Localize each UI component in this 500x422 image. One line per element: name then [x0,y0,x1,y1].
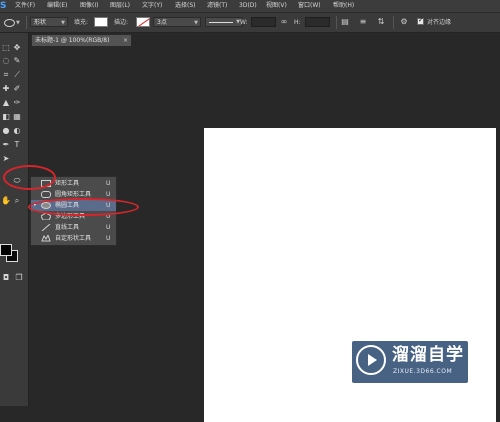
align-edges-checkbox[interactable] [417,16,424,25]
path-arrangement-icon[interactable]: ⇅ [376,16,386,28]
eyedropper-tool-icon[interactable]: ⟋ [12,70,22,80]
menu-layer[interactable]: 图层(L) [110,0,130,12]
width-label: W: [240,19,248,26]
flyout-item-label: 自定形状工具 [55,235,92,242]
gradient-tool-icon[interactable]: ▦ [12,112,22,122]
flyout-item-label: 直线工具 [55,224,80,231]
quick-mask-icon[interactable]: ◘ [1,273,11,283]
tools-panel: ⬚ ✥ ◌ ✎ ⌗ ⟋ ✚ ✐ ▲ ✑ ◧ ▦ ● ◐ ✒ T ➤ ⬭ ✋ ⌕ … [0,33,29,406]
menu-filter[interactable]: 滤镜(T) [207,0,227,12]
menu-select[interactable]: 选择(S) [175,0,196,12]
menu-bar: S 文件(F) 编辑(E) 图像(I) 图层(L) 文字(Y) 选择(S) 滤镜… [0,0,500,13]
ellipse-icon [4,19,15,27]
stroke-width-field[interactable]: 3点 ▼ [153,17,201,27]
menu-edit[interactable]: 编辑(E) [47,0,67,12]
path-operations-icon[interactable]: ▤ [340,16,350,28]
pen-tool-icon[interactable]: ✒ [1,140,11,150]
zoom-tool-icon[interactable]: ⌕ [12,196,22,206]
menu-help[interactable]: 帮助(H) [333,0,354,12]
move-tool-icon[interactable]: ✥ [12,43,22,53]
chevron-down-icon: ▼ [61,20,65,26]
tool-preset-picker[interactable]: ▼ [3,17,21,28]
options-bar: ▼ 形状 ▼ 填充: 描边: 3点 ▼ ▼ W: ∞ H: ▤ ≡ ⇅ ⚙ 对齐… [0,13,500,33]
flyout-item-line-tool[interactable]: 直线工具 U [31,222,116,233]
annotation-ellipse-menu-highlight [28,198,139,216]
stroke-type-picker[interactable]: ▼ [205,17,243,27]
eraser-tool-icon[interactable]: ◧ [1,112,11,122]
gear-icon[interactable]: ⚙ [399,16,409,28]
menu-type[interactable]: 文字(Y) [142,0,162,12]
link-icon[interactable]: ∞ [279,16,289,28]
menu-view[interactable]: 视图(V) [266,0,287,12]
watermark: 溜溜自学 ZIXUE.3D66.COM [352,341,468,383]
quick-selection-tool-icon[interactable]: ✎ [12,56,22,66]
menu-image[interactable]: 图像(I) [80,0,98,12]
brush-tool-icon[interactable]: ✐ [12,84,22,94]
stroke-width-value: 3点 [157,19,167,26]
fill-color-swatch[interactable] [94,17,108,27]
watermark-url: ZIXUE.3D66.COM [393,368,453,375]
chevron-down-icon: ▼ [194,20,198,26]
close-icon[interactable]: × [123,35,128,47]
height-label: H: [294,19,301,26]
rounded-rectangle-icon [41,191,51,198]
flyout-item-shortcut: U [106,180,111,187]
tool-mode-value: 形状 [34,19,47,26]
path-selection-tool-icon[interactable]: ➤ [1,154,11,164]
document-tab-title: 未标题-1 @ 100%(RGB/8) [35,37,110,44]
watermark-title: 溜溜自学 [392,345,464,365]
crop-tool-icon[interactable]: ⌗ [1,70,11,80]
flyout-item-custom-shape-tool[interactable]: 自定形状工具 U [31,233,116,244]
screen-mode-icon[interactable]: ❐ [14,273,24,283]
lasso-tool-icon[interactable]: ◌ [1,56,11,66]
history-brush-tool-icon[interactable]: ✑ [12,98,22,108]
stroke-label: 描边: [114,19,129,26]
tool-mode-select[interactable]: 形状 ▼ [30,17,68,27]
flyout-item-label: 矩形工具 [55,180,80,187]
stroke-color-swatch[interactable] [136,17,150,27]
document-tab[interactable]: 未标题-1 @ 100%(RGB/8) × [31,34,132,46]
blur-tool-icon[interactable]: ● [1,126,11,136]
path-alignment-icon[interactable]: ≡ [358,16,368,28]
divider [336,16,337,29]
height-input[interactable] [305,17,330,27]
foreground-color-swatch[interactable] [0,244,12,256]
flyout-item-shortcut: U [106,224,111,231]
type-tool-icon[interactable]: T [12,140,22,150]
chevron-down-icon: ▼ [16,20,20,26]
play-logo-icon [356,345,386,375]
flyout-item-shortcut: U [106,235,111,242]
width-input[interactable] [251,17,276,27]
healing-brush-tool-icon[interactable]: ✚ [1,84,11,94]
photoshop-logo: S [0,1,7,11]
dodge-tool-icon[interactable]: ◐ [12,126,22,136]
annotation-ellipse-tool-highlight [3,165,56,190]
menu-window[interactable]: 窗口(W) [298,0,321,12]
clone-stamp-tool-icon[interactable]: ▲ [1,98,11,108]
fill-label: 填充: [74,19,89,26]
divider [393,16,394,29]
hand-tool-icon[interactable]: ✋ [1,196,11,206]
menu-3d[interactable]: 3D(D) [239,0,257,12]
marquee-tool-icon[interactable]: ⬚ [1,43,11,53]
custom-shape-icon [41,235,51,242]
line-icon [41,224,51,231]
divider [26,16,27,29]
menu-file[interactable]: 文件(F) [15,0,35,12]
align-edges-label: 对齐边缘 [427,19,452,26]
